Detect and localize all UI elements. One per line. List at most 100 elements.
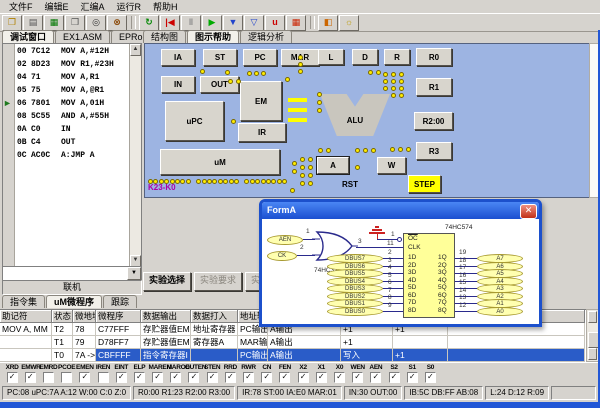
signal-checkbox[interactable]: ✓ <box>170 372 181 383</box>
table-scroll-down-icon[interactable] <box>588 348 597 360</box>
code-line[interactable]: 028D23MOV R1,#23H <box>15 58 129 71</box>
signal-checkbox[interactable]: ✓ <box>188 372 199 383</box>
pause-icon[interactable]: ‖ <box>181 15 201 31</box>
run-icon[interactable]: ▶ <box>202 15 222 31</box>
code-line[interactable]: 0575MOV A,@R1 <box>15 84 129 97</box>
menu-item[interactable]: 编辑E <box>39 0 75 13</box>
search-icon[interactable]: ◎ <box>86 15 106 31</box>
code-line[interactable]: 0AC0IN <box>15 123 129 136</box>
code-line[interactable]: 007C12MOV A,#12H <box>15 45 129 58</box>
combo-dropdown-icon[interactable]: ▼ <box>127 267 141 280</box>
diagram-block-r[interactable]: R <box>384 49 410 65</box>
signal-checkbox[interactable]: ✓ <box>352 372 363 383</box>
code-scrollbar[interactable]: ▲ ▼ <box>129 44 141 267</box>
exit-icon[interactable]: ⊗ <box>107 15 127 31</box>
diagram-block-r3[interactable]: R3 <box>416 142 452 160</box>
tab-跟踪[interactable]: 跟踪 <box>103 295 137 308</box>
table-header-cell[interactable]: 微程序 <box>96 310 141 323</box>
diagram-block-ir[interactable]: IR <box>238 123 286 142</box>
table-scroll-up-icon[interactable] <box>588 311 597 323</box>
symbol-combobox[interactable]: ▼ <box>2 266 142 281</box>
table-row[interactable]: T179D78FF7存贮器值EM寄存器AMAR输出A输出+1 <box>0 336 586 349</box>
step-over-icon[interactable]: ▽ <box>244 15 264 31</box>
code-line[interactable]: 085C55AND A,#55H <box>15 110 129 123</box>
diagram-block-pc[interactable]: PC <box>243 49 277 66</box>
menu-item[interactable]: 运行R <box>111 0 148 13</box>
open-file-icon[interactable]: ❐ <box>2 15 22 31</box>
diagram-block-um[interactable]: uM <box>160 149 280 175</box>
code-line[interactable]: 0CAC0CA:JMP A <box>15 149 129 162</box>
diagram-block-w[interactable]: W <box>377 157 406 174</box>
tab-调试窗口[interactable]: 调试窗口 <box>2 30 54 43</box>
chip-icon[interactable]: ▦ <box>286 15 306 31</box>
menu-item[interactable]: 文件F <box>3 0 39 13</box>
experiment-button[interactable]: 实验选择 <box>143 272 191 291</box>
diagram-block-r2[interactable]: R2:00 <box>414 112 453 130</box>
compile-icon[interactable]: ▦ <box>44 15 64 31</box>
signal-checkbox[interactable] <box>43 372 54 383</box>
diagram-block-d[interactable]: D <box>352 49 378 65</box>
diagram-block-st[interactable]: ST <box>203 49 237 66</box>
tab-逻辑分析[interactable]: 逻辑分析 <box>240 30 292 43</box>
micro-step-icon[interactable]: u <box>265 15 285 31</box>
tab-指令集[interactable]: 指令集 <box>2 295 45 308</box>
signal-checkbox[interactable]: ✓ <box>389 372 400 383</box>
diagram-block-in[interactable]: IN <box>161 76 195 93</box>
table-header-cell[interactable]: 微地址 <box>73 310 96 323</box>
diagram-block-a[interactable]: A <box>317 157 349 174</box>
menu-item[interactable]: 帮助H <box>147 0 184 13</box>
signal-checkbox[interactable]: ✓ <box>425 372 436 383</box>
signal-checkbox[interactable]: ✓ <box>152 372 163 383</box>
signal-checkbox[interactable]: ✓ <box>225 372 236 383</box>
code-line[interactable]: 0BC4OUT <box>15 136 129 149</box>
signal-checkbox[interactable]: ✓ <box>316 372 327 383</box>
table-header-cell[interactable]: 助记符 <box>0 310 52 323</box>
copy-icon[interactable]: ❒ <box>65 15 85 31</box>
tab-EX1.ASM[interactable]: EX1.ASM <box>55 30 110 43</box>
lamp-icon[interactable]: ☼ <box>339 15 359 31</box>
signal-checkbox[interactable]: ✓ <box>334 372 345 383</box>
table-header-cell[interactable]: 数据输出 <box>141 310 191 323</box>
signal-checkbox[interactable]: ✓ <box>134 372 145 383</box>
tab-结构图[interactable]: 结构图 <box>143 30 186 43</box>
diagram-block-step[interactable]: STEP <box>408 175 441 193</box>
breakpoint-gutter[interactable]: ► <box>3 44 15 267</box>
signal-checkbox[interactable] <box>61 372 72 383</box>
signal-checkbox[interactable]: ✓ <box>370 372 381 383</box>
scroll-up-icon[interactable]: ▲ <box>130 44 141 56</box>
menu-item[interactable]: 汇编A <box>75 0 111 13</box>
save-icon[interactable]: ▤ <box>23 15 43 31</box>
step-into-icon[interactable]: ▼ <box>223 15 243 31</box>
signal-checkbox[interactable]: ✓ <box>207 372 218 383</box>
code-line[interactable]: 067801MOV A,01H <box>15 97 129 110</box>
table-header-cell[interactable]: 数据打入 <box>191 310 238 323</box>
signal-checkbox[interactable]: ✓ <box>243 372 254 383</box>
signal-checkbox[interactable]: ✓ <box>116 372 127 383</box>
forma-titlebar[interactable]: FormA ✕ <box>262 202 539 219</box>
signal-checkbox[interactable]: ✓ <box>407 372 418 383</box>
signal-checkbox[interactable]: ✓ <box>298 372 309 383</box>
diagram-block-em[interactable]: EM <box>240 81 282 121</box>
signal-checkbox[interactable]: ✓ <box>25 372 36 383</box>
diagram-block-upc[interactable]: uPC <box>165 101 224 141</box>
refresh-icon[interactable]: ↻ <box>139 15 159 31</box>
reset-icon[interactable]: |◀ <box>160 15 180 31</box>
tab-uM微程序[interactable]: uM微程序 <box>46 295 102 308</box>
signal-checkbox[interactable]: ✓ <box>79 372 90 383</box>
signal-checkbox[interactable] <box>98 372 109 383</box>
signal-checkbox[interactable]: ✓ <box>279 372 290 383</box>
signal-checkbox[interactable]: ✓ <box>261 372 272 383</box>
table-row[interactable]: T07A ->CBFFFF指令寄存器IPC输出A输出写入+1 <box>0 349 586 362</box>
diagram-block-ia[interactable]: IA <box>161 49 195 66</box>
diagram-block-l[interactable]: L <box>318 49 344 65</box>
diagram-block-out[interactable]: OUT <box>200 76 239 93</box>
diagram-block-r0[interactable]: R0 <box>416 48 452 66</box>
close-icon[interactable]: ✕ <box>520 204 537 219</box>
tab-图示帮助[interactable]: 图示帮助 <box>187 30 239 43</box>
switch-icon[interactable]: ◧ <box>318 15 338 31</box>
diagram-block-r1[interactable]: R1 <box>416 78 452 96</box>
table-header-cell[interactable]: 状态 <box>52 310 73 323</box>
signal-checkbox[interactable]: ✓ <box>7 372 18 383</box>
left-tab-strip: 调试窗口EX1.ASMEPRom <box>2 30 159 43</box>
code-line[interactable]: 0471MOV A,R1 <box>15 71 129 84</box>
